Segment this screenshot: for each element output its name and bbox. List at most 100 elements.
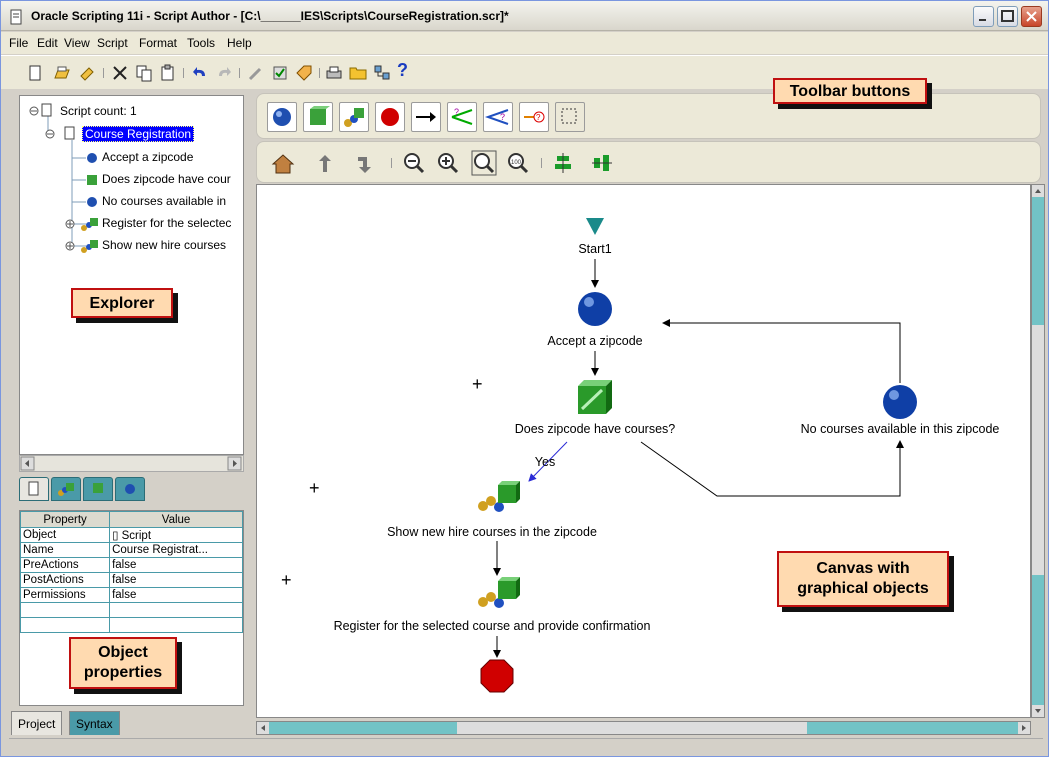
help-icon[interactable]: ? xyxy=(397,60,408,81)
svg-text:?: ? xyxy=(500,112,505,122)
open-icon[interactable] xyxy=(53,64,71,82)
select-tool-button[interactable] xyxy=(555,102,585,132)
canvas-vertical-scrollbar[interactable] xyxy=(1031,184,1045,718)
tab-syntax[interactable]: Syntax xyxy=(69,711,120,735)
block-icon xyxy=(87,175,97,185)
show-new-hire-node xyxy=(478,481,520,512)
group-tool-button[interactable] xyxy=(339,102,369,132)
svg-text:100: 100 xyxy=(511,160,522,166)
properties-header-property: Property xyxy=(19,511,111,528)
menu-view[interactable]: View xyxy=(64,36,90,50)
script-canvas[interactable]: Start1 Accept a zipcode Does zipcode hav… xyxy=(256,184,1031,718)
view-toolbar: 100 xyxy=(256,141,1041,183)
tag-icon[interactable] xyxy=(295,64,313,82)
expand-plus[interactable]: + xyxy=(472,374,483,395)
step-into-icon[interactable] xyxy=(355,152,375,174)
table-row[interactable]: PostActions false xyxy=(19,572,243,588)
no-courses-node xyxy=(883,385,917,419)
zoom-100-icon[interactable]: 100 xyxy=(507,152,531,174)
menu-format[interactable]: Format xyxy=(139,36,177,50)
expand-plus[interactable]: + xyxy=(309,478,320,499)
panel-icon xyxy=(87,153,97,163)
tree-node-does-zipcode[interactable]: Does zipcode have cour xyxy=(102,172,231,186)
no-courses-label: No courses available in this zipcode xyxy=(800,422,1000,436)
menu-script[interactable]: Script xyxy=(97,36,128,50)
zoom-in-icon[interactable] xyxy=(437,152,459,174)
tab-project[interactable]: Project xyxy=(11,711,63,735)
undo-icon[interactable] xyxy=(191,64,209,82)
tree-node-no-courses[interactable]: No courses available in xyxy=(102,194,226,208)
accept-zipcode-node xyxy=(578,292,612,326)
explorer-tree: Script count: 1 Course Registration Acce… xyxy=(19,95,244,455)
properties-table: Property Value Object ▯ Script Name Course … xyxy=(19,511,243,633)
default-branch-tool-button[interactable]: ? xyxy=(447,102,477,132)
title-bar: Oracle Scripting 11i - Script Author - [… xyxy=(1,1,1048,31)
table-row[interactable]: Permissions false xyxy=(19,587,243,603)
edit-icon[interactable] xyxy=(79,64,97,82)
callout-object-properties: Object properties xyxy=(69,637,177,689)
explorer-horizontal-scrollbar[interactable] xyxy=(19,455,244,472)
table-row[interactable]: Name Course Registrat... xyxy=(19,542,243,558)
block-tab[interactable] xyxy=(83,477,113,501)
show-new-hire-label: Show new hire courses in the zipcode xyxy=(387,525,597,539)
copy-icon[interactable] xyxy=(135,64,153,82)
window-title: Oracle Scripting 11i - Script Author - [… xyxy=(31,9,509,23)
callout-explorer: Explorer xyxy=(71,288,173,318)
indeterminate-branch-tool-button[interactable]: ? xyxy=(483,102,513,132)
tree-node-accept-zipcode[interactable]: Accept a zipcode xyxy=(102,150,193,164)
panel-tab[interactable] xyxy=(115,477,145,501)
svg-text:?: ? xyxy=(536,113,541,122)
tree-node-register[interactable]: Register for the selectec xyxy=(102,216,231,230)
block-tool-button[interactable] xyxy=(303,102,333,132)
table-row[interactable] xyxy=(19,602,243,618)
align-center-icon[interactable] xyxy=(553,152,573,174)
tree-node-script-count[interactable]: Script count: 1 xyxy=(60,104,137,118)
stop-node xyxy=(480,659,514,693)
yes-branch-label: Yes xyxy=(534,455,556,469)
menu-bar: File Edit View Script Format Tools Help xyxy=(1,32,1048,54)
home-icon[interactable] xyxy=(271,152,295,176)
menu-file[interactable]: File xyxy=(9,36,28,50)
termination-tool-button[interactable] xyxy=(375,102,405,132)
compile-icon[interactable] xyxy=(271,64,289,82)
script-tab[interactable] xyxy=(19,477,49,501)
group-tab[interactable] xyxy=(51,477,81,501)
object-type-tabs xyxy=(19,475,244,505)
script-icon: ▯ xyxy=(112,530,122,542)
maximize-button[interactable] xyxy=(997,6,1018,27)
tree-node-show-new-hire[interactable]: Show new hire courses xyxy=(102,238,226,252)
flow-diagram xyxy=(478,218,917,693)
new-script-icon[interactable] xyxy=(26,64,44,82)
print-icon[interactable] xyxy=(325,64,343,82)
paste-icon[interactable] xyxy=(159,64,177,82)
menu-tools[interactable]: Tools xyxy=(187,36,215,50)
wand-icon[interactable] xyxy=(247,64,265,82)
tree-node-course-registration[interactable]: Course Registration xyxy=(82,126,195,142)
branch-tool-button[interactable] xyxy=(411,102,441,132)
zoom-fit-icon[interactable] xyxy=(471,150,497,176)
deploy-icon[interactable] xyxy=(373,64,391,82)
up-arrow-icon[interactable] xyxy=(315,152,335,174)
minimize-button[interactable] xyxy=(973,6,994,27)
close-button[interactable] xyxy=(1021,6,1042,27)
accept-zipcode-label: Accept a zipcode xyxy=(547,334,643,348)
register-node xyxy=(478,577,520,608)
align-middle-icon[interactable] xyxy=(591,152,613,174)
project-syntax-tabs: Project Syntax xyxy=(11,711,251,737)
does-zipcode-node xyxy=(578,380,612,414)
menu-edit[interactable]: Edit xyxy=(37,36,58,50)
table-row[interactable]: PreActions false xyxy=(19,557,243,573)
cut-icon[interactable] xyxy=(111,64,129,82)
redo-icon[interactable] xyxy=(215,64,233,82)
table-row[interactable]: Object ▯ Script xyxy=(19,527,243,543)
start-node-icon xyxy=(586,218,604,235)
menu-help[interactable]: Help xyxy=(227,36,252,50)
folder-icon[interactable] xyxy=(349,64,367,82)
canvas-horizontal-scrollbar[interactable] xyxy=(256,721,1031,735)
expand-plus[interactable]: + xyxy=(281,570,292,591)
svg-text:?: ? xyxy=(454,107,459,117)
zoom-out-icon[interactable] xyxy=(403,152,425,174)
table-row[interactable] xyxy=(19,617,243,633)
panel-tool-button[interactable] xyxy=(267,102,297,132)
distinct-branch-tool-button[interactable]: ? xyxy=(519,102,549,132)
